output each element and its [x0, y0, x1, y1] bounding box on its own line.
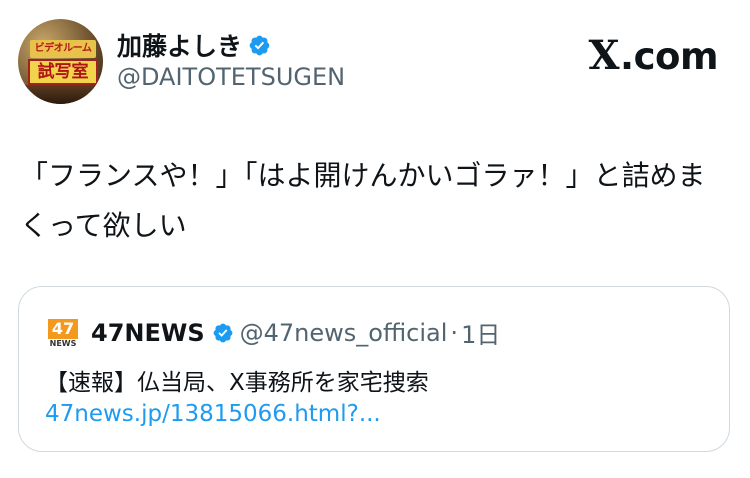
quote-timestamp[interactable]: 1日	[461, 315, 500, 350]
verified-badge-icon	[249, 35, 270, 55]
quote-text: 【速報】仏当局、X事務所を家宅捜索	[45, 370, 429, 396]
quote-verified-badge-icon	[213, 323, 233, 342]
author-avatar[interactable]: ビデオルーム 試写室	[18, 19, 103, 104]
quote-logo-sub: NEWS	[49, 339, 77, 348]
brand-suffix: .com	[620, 35, 718, 78]
quote-author-name[interactable]: 47NEWS	[91, 319, 205, 347]
quote-separator: ·	[450, 318, 459, 347]
tweet-text: 「フランスや！」「はよ開けんかいゴラァ！」と詰めまくって欲しい	[20, 159, 706, 242]
quote-avatar-logo[interactable]: 47 NEWS	[48, 319, 78, 349]
avatar-shade	[18, 85, 103, 104]
quoted-tweet-card[interactable]: 47 NEWS 47NEWS @47news_official · 1日 【速報…	[18, 286, 730, 452]
avatar-sign-main: 試写室	[28, 59, 98, 85]
quote-link[interactable]: 47news.jp/13815066.html?...	[45, 401, 381, 427]
author-name[interactable]: 加藤よしき	[117, 27, 242, 63]
x-brand-logo: X .com	[588, 32, 718, 79]
author-name-row[interactable]: 加藤よしき	[117, 27, 271, 63]
x-logo-icon: X	[588, 32, 620, 79]
avatar-sign-top: ビデオルーム	[30, 40, 96, 58]
quote-logo-number: 47	[48, 319, 78, 339]
author-handle[interactable]: @DAITOTETSUGEN	[117, 63, 345, 91]
quote-header: 47NEWS @47news_official · 1日	[91, 315, 500, 350]
quote-author-handle[interactable]: @47news_official	[240, 319, 448, 347]
